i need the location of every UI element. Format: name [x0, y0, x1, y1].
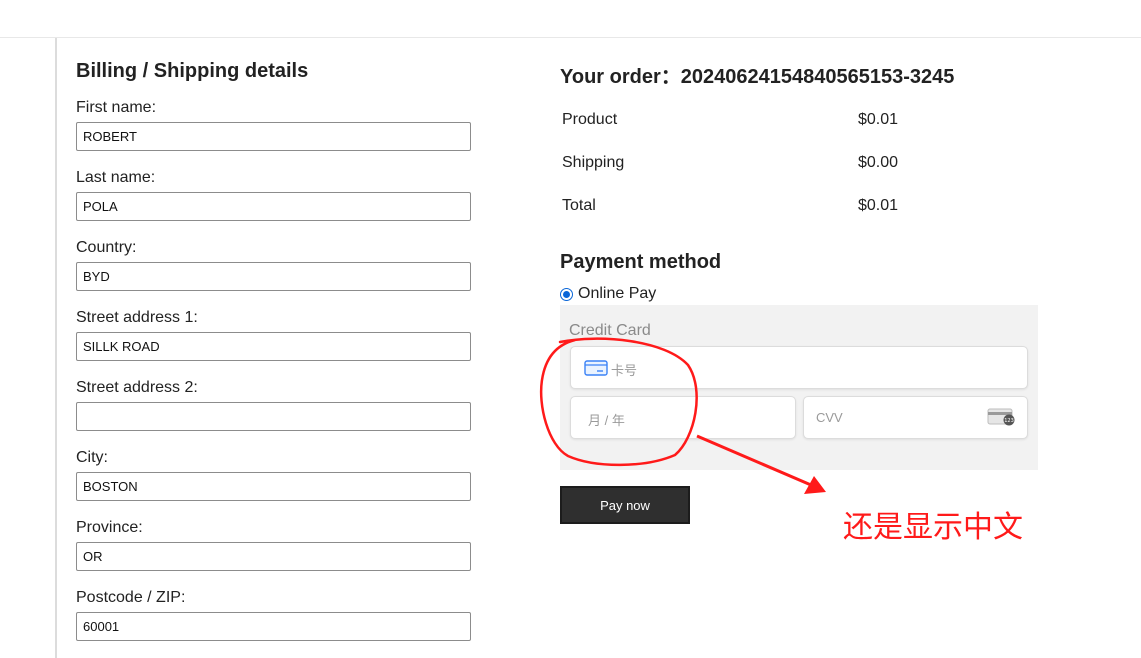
total-label: Total: [562, 197, 596, 214]
cvv-placeholder: CVV: [816, 410, 843, 425]
country-label: Country:: [76, 239, 137, 256]
sidebar-divider: [55, 38, 57, 658]
cvv-icon-text: 123: [1004, 418, 1014, 424]
street-address-1-input[interactable]: [76, 332, 471, 361]
online-pay-radio[interactable]: [560, 287, 573, 301]
last-name-label: Last name:: [76, 169, 156, 186]
cvv-card-icon: 123: [987, 408, 1015, 426]
street-address-2-label: Street address 2:: [76, 379, 198, 396]
province-input[interactable]: [76, 542, 471, 571]
card-icon: [584, 360, 608, 376]
last-name-input[interactable]: [76, 192, 471, 221]
country-input[interactable]: [76, 262, 471, 291]
first-name-input[interactable]: [76, 122, 471, 151]
shipping-label: Shipping: [562, 154, 625, 171]
total-price: $0.01: [858, 197, 899, 214]
credit-card-title: Credit Card: [569, 322, 651, 339]
billing-section-title: Billing / Shipping details: [76, 60, 309, 82]
postcode-input[interactable]: [76, 612, 471, 641]
card-number-placeholder: 卡号: [611, 363, 638, 378]
pay-now-button[interactable]: Pay now: [560, 486, 690, 524]
online-pay-option[interactable]: Online Pay: [560, 285, 656, 303]
order-title: Your order：20240624154840565153-3245: [560, 66, 955, 88]
postcode-label: Postcode / ZIP:: [76, 589, 186, 606]
province-label: Province:: [76, 519, 143, 536]
expiry-placeholder: 月 / 年: [588, 413, 625, 428]
annotation-note: 还是显示中文: [843, 510, 1023, 545]
shipping-price: $0.00: [858, 154, 899, 171]
city-label: City:: [76, 449, 108, 466]
payment-method-title: Payment method: [560, 251, 722, 273]
first-name-label: First name:: [76, 99, 157, 116]
top-bar: [0, 0, 1141, 38]
city-input[interactable]: [76, 472, 471, 501]
product-price: $0.01: [858, 111, 899, 128]
card-number-field[interactable]: [570, 346, 1028, 389]
online-pay-label: Online Pay: [578, 285, 657, 302]
street-address-1-label: Street address 1:: [76, 309, 198, 326]
street-address-2-input[interactable]: [76, 402, 471, 431]
product-label: Product: [562, 111, 618, 128]
annotation-arrow-head: [804, 476, 826, 494]
